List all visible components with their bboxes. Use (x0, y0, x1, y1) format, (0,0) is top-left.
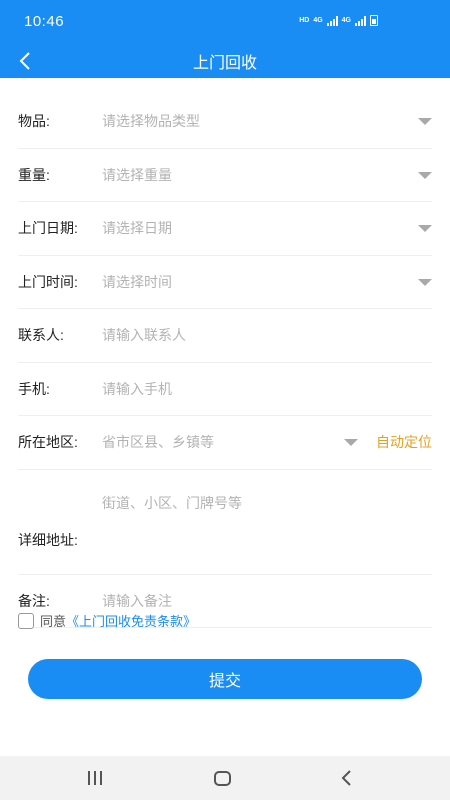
phone-field[interactable]: 手机: 请输入手机 (18, 363, 432, 416)
system-nav-bar (0, 756, 450, 800)
back-nav-icon[interactable] (340, 769, 352, 787)
field-label: 所在地区: (18, 434, 78, 451)
home-icon[interactable] (214, 771, 231, 786)
agree-text: 同意 (40, 614, 67, 629)
agree-checkbox[interactable] (18, 612, 34, 629)
contact-field[interactable]: 联系人: 请输入联系人 (18, 309, 432, 363)
status-bar: 10:46 HD 4G 4G (0, 0, 450, 44)
weight-field[interactable]: 重量: 请选择重量 (18, 149, 432, 202)
field-label: 备注: (18, 592, 50, 609)
field-label: 物品: (18, 113, 50, 130)
weight-select[interactable]: 请选择重量 (102, 165, 432, 185)
remark-input[interactable]: 请输入备注 (102, 591, 432, 611)
field-label: 上门时间: (18, 273, 78, 290)
signal-icon (326, 15, 338, 26)
auto-locate-button[interactable]: 自动定位 (376, 432, 432, 452)
recycle-form: 物品: 请选择物品类型 重量: 请选择重量 上门日期: 请选择日期 上门时间: … (18, 95, 432, 628)
caret-down-icon[interactable] (418, 278, 432, 286)
time-select[interactable]: 请选择时间 (102, 272, 432, 292)
region-field[interactable]: 所在地区: 省市区县、乡镇等 自动定位 (18, 416, 432, 470)
field-label: 手机: (18, 380, 50, 397)
caret-down-icon[interactable] (418, 118, 432, 126)
status-time: 10:46 (24, 13, 65, 30)
battery-icon (370, 15, 378, 26)
caret-down-icon[interactable] (418, 225, 432, 233)
address-field[interactable]: 详细地址: 街道、小区、门牌号等 (18, 470, 432, 575)
status-icons: HD 4G 4G (299, 15, 378, 26)
agreement-row: 同意 《上门回收免责条款》 (18, 611, 196, 630)
address-textarea[interactable]: 街道、小区、门牌号等 (102, 493, 432, 513)
item-type-select[interactable]: 请选择物品类型 (102, 111, 432, 131)
time-field[interactable]: 上门时间: 请选择时间 (18, 256, 432, 309)
page-title: 上门回收 (192, 55, 257, 72)
signal-icon-2 (355, 15, 366, 26)
field-label: 上门日期: (18, 220, 78, 237)
field-label: 重量: (18, 166, 50, 183)
network-type-1: 4G (313, 17, 323, 24)
caret-down-icon[interactable] (418, 171, 432, 179)
field-label: 联系人: (18, 327, 64, 344)
nav-bar: 上门回收 (0, 44, 450, 78)
date-select[interactable]: 请选择日期 (102, 218, 432, 238)
phone-input[interactable]: 请输入手机 (102, 379, 432, 399)
contact-input[interactable]: 请输入联系人 (102, 325, 432, 345)
hd-indicator: HD (299, 17, 310, 24)
terms-link[interactable]: 《上门回收免责条款》 (66, 611, 196, 630)
date-field[interactable]: 上门日期: 请选择日期 (18, 202, 432, 256)
recent-apps-icon[interactable] (88, 771, 102, 785)
field-label: 详细地址: (18, 531, 78, 548)
item-type-field[interactable]: 物品: 请选择物品类型 (18, 95, 432, 149)
network-type-2: 4G (341, 17, 351, 24)
submit-button[interactable]: 提交 (28, 659, 422, 699)
caret-down-icon[interactable] (344, 439, 358, 447)
